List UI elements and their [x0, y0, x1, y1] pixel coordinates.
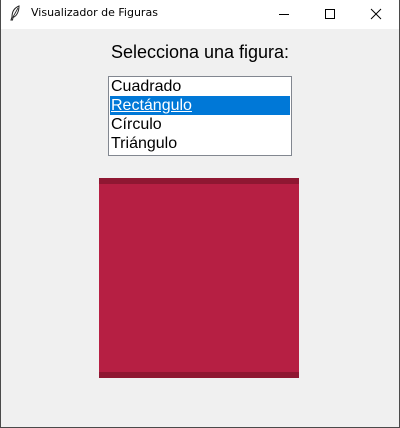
feather-icon [9, 5, 21, 21]
minimize-button[interactable] [261, 0, 307, 29]
list-item-label: Cuadrado [111, 78, 182, 95]
window-title: Visualizador de Figuras [31, 6, 158, 19]
prompt-label: Selecciona una figura: [110, 42, 290, 62]
minimize-icon [279, 14, 289, 15]
maximize-button[interactable] [307, 0, 353, 29]
close-button[interactable] [353, 0, 399, 29]
list-item-circulo[interactable]: Círculo [110, 115, 290, 134]
app-window: Visualizador de Figuras Selecciona una f… [0, 0, 400, 428]
maximize-icon [325, 9, 335, 19]
shape-canvas [99, 178, 299, 378]
title-bar[interactable]: Visualizador de Figuras [1, 0, 399, 29]
list-item-label: Triángulo [111, 135, 178, 152]
list-item-triangulo[interactable]: Triángulo [110, 134, 290, 153]
shape-listbox[interactable]: Cuadrado Rectángulo Círculo Triángulo [108, 76, 292, 156]
list-item-label: Círculo [111, 116, 162, 133]
client-area: Selecciona una figura: Cuadrado Rectángu… [1, 29, 399, 427]
list-item-label: Rectángulo [111, 97, 192, 114]
list-item-cuadrado[interactable]: Cuadrado [110, 77, 290, 96]
canvas-top-edge [99, 178, 299, 184]
canvas-bottom-edge [99, 372, 299, 378]
list-item-rectangulo[interactable]: Rectángulo [110, 96, 290, 115]
close-icon [370, 8, 382, 20]
